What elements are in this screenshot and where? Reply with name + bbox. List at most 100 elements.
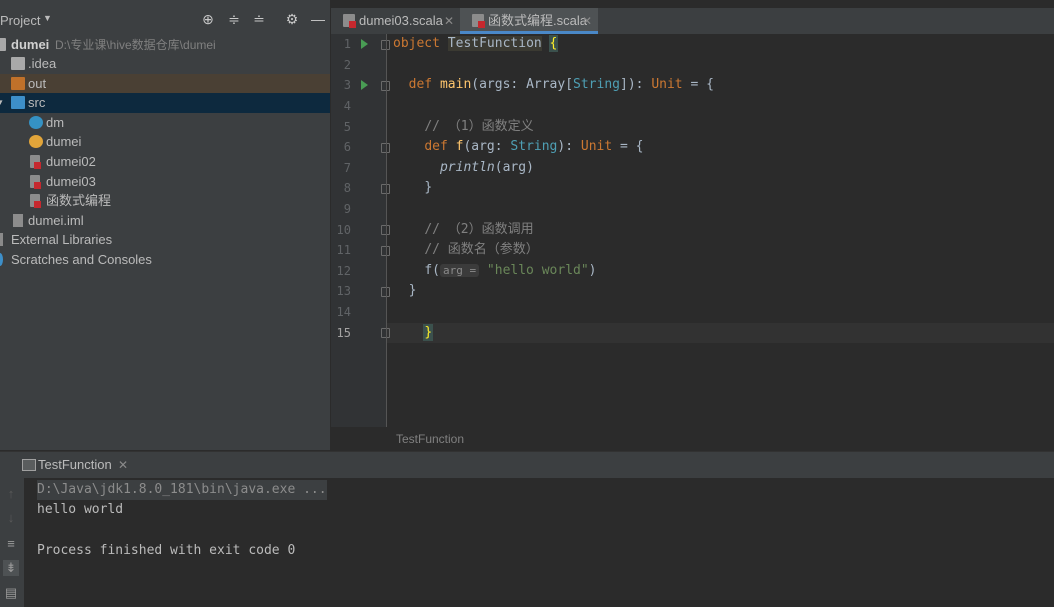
code-line-13: }	[393, 281, 417, 301]
minimize-icon[interactable]: —	[310, 11, 326, 27]
tree-item-scratches[interactable]: Scratches and Consoles	[0, 250, 330, 270]
type-name: Unit	[651, 77, 683, 92]
tree-item-functional[interactable]: 函数式编程	[0, 191, 330, 211]
current-line-highlight	[331, 323, 1054, 343]
project-header: Project ▼ ⊕ ≑ ≐ ⚙ —	[0, 8, 330, 34]
tree-item-dumei03[interactable]: dumei03	[0, 172, 330, 192]
scala-file-icon	[30, 155, 41, 169]
code-text: (arg:	[463, 139, 511, 154]
run-tab-label: TestFunction	[38, 457, 112, 472]
tree-item-dumei02[interactable]: dumei02	[0, 152, 330, 172]
tree-item-label: dumei	[11, 37, 50, 52]
tree-item-out[interactable]: out	[0, 74, 330, 94]
tab-dumei03-scala[interactable]: dumei03.scala ✕	[331, 8, 459, 34]
code-line-8: }	[393, 178, 432, 198]
up-arrow-icon[interactable]: ↑	[3, 486, 19, 502]
editor-gutter: 1 2 3 4 5 6 7 8 9 10 11 12 13 14 15	[331, 34, 390, 427]
code-text: }	[424, 180, 433, 195]
tree-item-idea[interactable]: .idea	[0, 54, 330, 74]
module-folder-icon	[0, 38, 6, 51]
close-icon[interactable]: ✕	[444, 8, 454, 34]
tree-item-label: dumei02	[46, 154, 96, 169]
collapse-all-icon[interactable]: ≐	[251, 11, 267, 27]
type-name: String	[573, 77, 620, 92]
line-number: 12	[336, 264, 351, 278]
breadcrumb[interactable]: TestFunction	[331, 427, 1054, 451]
code-line-12: f(arg = "hello world")	[393, 261, 596, 281]
gutter-divider	[386, 34, 387, 427]
excluded-folder-icon	[11, 77, 25, 90]
code-line-11: // 函数名（参数）	[393, 240, 538, 260]
down-arrow-icon[interactable]: ↓	[3, 510, 19, 526]
tree-item-label: Scratches and Consoles	[11, 252, 152, 267]
project-title[interactable]: Project	[0, 13, 40, 28]
code-text: ]):	[620, 77, 652, 92]
tree-item-label: src	[28, 95, 46, 110]
console-output[interactable]: D:\Java\jdk1.8.0_181\bin\java.exe ... he…	[24, 478, 1054, 607]
code-line-15: }	[393, 323, 434, 343]
soft-wrap-icon[interactable]: ≡	[3, 536, 19, 552]
function-name: main	[439, 77, 472, 92]
code-text: }	[408, 283, 417, 298]
code-text: (arg)	[494, 160, 534, 175]
scala-file-icon	[30, 175, 41, 189]
console-line: hello world	[37, 502, 124, 517]
tree-item-label: out	[28, 76, 47, 91]
breadcrumb-item[interactable]: TestFunction	[396, 427, 464, 451]
scroll-to-end-icon[interactable]: ⇟	[3, 560, 19, 576]
expand-all-icon[interactable]: ≑	[226, 11, 242, 27]
run-icon[interactable]	[361, 80, 368, 90]
string-literal: "hello world"	[486, 263, 589, 278]
tree-item-external-libraries[interactable]: External Libraries	[0, 230, 330, 250]
editor-tabs: dumei03.scala ✕ 函数式编程.scala ✕	[331, 8, 1054, 34]
parameter-hint: arg =	[439, 264, 480, 277]
comment: // （2）函数调用	[424, 222, 534, 237]
code-text: f(	[424, 263, 440, 278]
code-text: = {	[682, 77, 714, 92]
close-icon[interactable]: ✕	[582, 8, 592, 34]
chevron-down-icon[interactable]: ▾	[0, 96, 4, 109]
tree-item-label: dumei	[46, 134, 82, 149]
tree-item-dumei-module[interactable]: dumei D:\专业课\hive数据仓库\dumei	[0, 35, 330, 55]
scala-file-icon	[472, 14, 485, 28]
tree-item-dm[interactable]: dm	[0, 113, 330, 133]
type-name: String	[510, 139, 558, 154]
close-icon[interactable]: ✕	[118, 452, 128, 478]
tab-label: 函数式编程.scala	[488, 13, 587, 28]
print-icon[interactable]: ▤	[3, 585, 19, 601]
line-number: 2	[343, 58, 351, 72]
class-name: TestFunction	[447, 36, 542, 51]
line-number: 6	[343, 140, 351, 154]
project-panel: Project ▼ ⊕ ≑ ≐ ⚙ — dumei D:\专业课\hive数据仓…	[0, 0, 330, 450]
console-line: Process finished with exit code 0	[37, 543, 296, 558]
run-config-icon	[22, 459, 36, 471]
scala-class-icon	[29, 116, 43, 129]
line-number: 11	[336, 243, 351, 257]
module-path: D:\专业课\hive数据仓库\dumei	[55, 38, 216, 52]
scala-file-icon	[30, 194, 41, 208]
tree-item-label: External Libraries	[11, 232, 113, 247]
keyword: def	[408, 77, 433, 92]
run-icon[interactable]	[361, 39, 368, 49]
keyword: def	[424, 139, 448, 154]
gear-icon[interactable]: ⚙	[284, 11, 300, 27]
tab-functional-scala[interactable]: 函数式编程.scala ✕	[460, 8, 598, 34]
comment: // （1）函数定义	[424, 119, 534, 134]
code-line-7: println(arg)	[393, 158, 534, 178]
chevron-down-icon[interactable]: ▼	[43, 13, 52, 23]
code-editor[interactable]: 1 2 3 4 5 6 7 8 9 10 11 12 13 14 15 obje…	[331, 34, 1054, 427]
code-text: = {	[612, 139, 644, 154]
tree-item-iml[interactable]: dumei.iml	[0, 211, 330, 231]
tree-item-dumei[interactable]: dumei	[0, 132, 330, 152]
line-number: 14	[336, 305, 351, 319]
function-call: println	[439, 160, 495, 175]
type-name: Unit	[580, 139, 613, 154]
matched-brace: }	[423, 324, 434, 341]
target-icon[interactable]: ⊕	[200, 11, 216, 27]
keyword: object	[393, 36, 440, 51]
code-line-1: object TestFunction {	[393, 34, 559, 54]
matched-brace: {	[548, 35, 559, 52]
scratches-icon	[0, 253, 3, 266]
console-line: D:\Java\jdk1.8.0_181\bin\java.exe ...	[37, 480, 327, 500]
tree-item-src[interactable]: ▾ src	[0, 93, 330, 113]
